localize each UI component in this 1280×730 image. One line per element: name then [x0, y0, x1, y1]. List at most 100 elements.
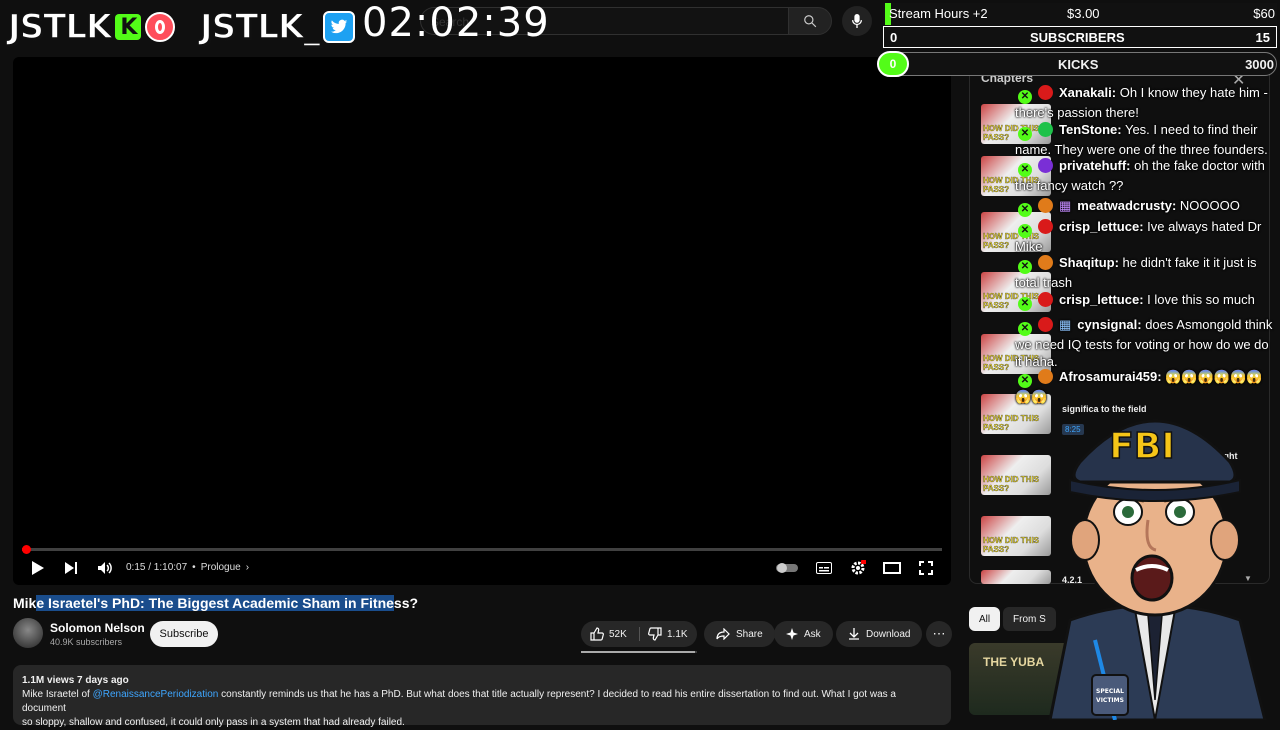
- kick-badge-icon: ✕: [1018, 127, 1032, 141]
- gift-icon: ▦: [1059, 317, 1072, 332]
- thumbs-up-icon: [590, 627, 604, 641]
- user-badge-icon: [1038, 198, 1053, 213]
- download-icon: [849, 628, 859, 640]
- selected-text: e Israetel's PhD: The Biggest Academic S…: [36, 595, 394, 611]
- kick-badge-icon: ✕: [1018, 374, 1032, 388]
- video-player[interactable]: [13, 57, 951, 585]
- brand-name-2: JSTLK_: [199, 6, 321, 48]
- theater-mode-button[interactable]: [882, 558, 902, 578]
- sparkle-icon: [786, 628, 798, 640]
- chat-message: ✕ crisp_lettuce: Ive always hated Dr Mike: [1015, 219, 1262, 254]
- channel-avatar[interactable]: [13, 618, 43, 648]
- chat-message: ✕ Shaqitup: he didn't fake it it just is …: [1015, 255, 1257, 290]
- channel-name[interactable]: Solomon Nelson: [50, 621, 145, 635]
- view-count-and-date: 1.1M views 7 days ago: [22, 675, 129, 686]
- chapter-name[interactable]: Prologue: [201, 562, 241, 573]
- brand-twitter-logo: JSTLK_: [199, 6, 356, 48]
- stream-hours-goal-amount: $60: [1253, 6, 1275, 21]
- kick-badge-icon: ✕: [1018, 297, 1032, 311]
- description-text-2: so sloppy, shallow and confused, it coul…: [22, 717, 405, 728]
- chat-message: ✕ crisp_lettuce: I love this so much: [1015, 291, 1277, 311]
- svg-text:VICTIMS: VICTIMS: [1096, 697, 1124, 704]
- twitter-bird-icon: [323, 11, 356, 43]
- like-count: 52K: [609, 628, 627, 640]
- chat-message: ✕ Xanakali: Oh I know they hate him - the…: [1015, 85, 1268, 120]
- fbi-hat-text: FBI: [1109, 426, 1174, 467]
- chevron-right-icon: ›: [245, 562, 250, 573]
- like-divider: [639, 627, 640, 641]
- share-label: Share: [736, 628, 763, 640]
- gear-icon: [851, 560, 866, 575]
- dislike-count: 1.1K: [667, 628, 688, 640]
- subscribers-goal: 0 SUBSCRIBERS 15: [883, 26, 1277, 48]
- kick-badge-icon: ✕: [1018, 322, 1032, 336]
- progress-bar[interactable]: [22, 545, 942, 554]
- time-readout: 0:15 / 1:10:07: [126, 562, 188, 573]
- description-box[interactable]: 1.1M views 7 days ago Mike Israetel of @…: [13, 665, 951, 728]
- stream-clock: 02:02:39: [362, 0, 550, 46]
- fullscreen-icon: [919, 561, 933, 575]
- volume-button[interactable]: [95, 558, 115, 578]
- channel-mention-link[interactable]: @RenaissancePeriodization: [93, 689, 219, 700]
- ask-label: Ask: [804, 628, 821, 640]
- subscribe-button[interactable]: Subscribe: [150, 621, 218, 647]
- user-badge-icon: [1038, 255, 1053, 270]
- play-icon: [32, 561, 44, 575]
- kick-badge-icon: ✕: [1018, 90, 1032, 104]
- next-button[interactable]: [62, 558, 80, 578]
- autoplay-toggle[interactable]: [775, 558, 799, 578]
- kicks-target: 3000: [1245, 57, 1274, 72]
- autoplay-toggle-icon: [776, 563, 798, 573]
- chip-all[interactable]: All: [969, 607, 1001, 631]
- subscribers-current: 0: [890, 30, 898, 45]
- chat-message: ✕ ▦ meatwadcrusty: NOOOOO: [1015, 197, 1277, 217]
- search-button[interactable]: [788, 7, 832, 35]
- theater-icon: [883, 562, 901, 574]
- next-icon: [65, 562, 77, 574]
- subtitles-icon: [816, 562, 832, 574]
- user-badge-icon: [1038, 369, 1053, 384]
- share-icon: [716, 628, 730, 640]
- ask-button[interactable]: Ask: [774, 621, 833, 647]
- record-icon: [145, 12, 176, 42]
- kick-logo-icon: K: [115, 14, 142, 40]
- kicks-current: 0: [877, 51, 909, 77]
- chapter-separator: •: [192, 562, 196, 573]
- search-icon: [804, 15, 817, 28]
- gift-icon: ▦: [1059, 198, 1072, 213]
- dislike-button[interactable]: 1.1K: [648, 621, 688, 647]
- user-badge-icon: [1038, 122, 1053, 137]
- fbi-character-avatar: SPECIAL VICTIMS FBI: [1048, 419, 1267, 720]
- subscriber-count: 40.9K subscribers: [50, 637, 123, 647]
- kicks-goal: KICKS 3000: [883, 52, 1277, 76]
- subtitles-button[interactable]: [815, 558, 833, 578]
- user-badge-icon: [1038, 317, 1053, 332]
- time-display: 0:15 / 1:10:07 • Prologue ›: [126, 562, 249, 573]
- like-ratio-bar: [581, 651, 697, 653]
- stream-hours-label: Stream Hours +2: [889, 6, 988, 21]
- microphone-icon: [851, 14, 863, 28]
- volume-icon: [98, 562, 112, 574]
- kick-badge-icon: ✕: [1018, 203, 1032, 217]
- download-label: Download: [866, 628, 911, 640]
- subscribers-label: SUBSCRIBERS: [1030, 30, 1125, 45]
- chat-message: ✕ privatehuff: oh the fake doctor with th…: [1015, 158, 1265, 193]
- download-button[interactable]: Download: [836, 621, 923, 647]
- share-button[interactable]: Share: [704, 621, 775, 647]
- stream-hours-amount: $3.00: [1067, 6, 1100, 21]
- like-button[interactable]: 52K: [590, 621, 627, 647]
- fullscreen-button[interactable]: [917, 558, 935, 578]
- description-text: Mike Israetel of @RenaissancePeriodizati…: [22, 689, 896, 714]
- voice-search-button[interactable]: [842, 6, 872, 36]
- kick-badge-icon: ✕: [1018, 260, 1032, 274]
- chat-message: ✕ TenStone: Yes. I need to find their nam…: [1015, 122, 1268, 157]
- chat-message: ✕ ▦ cynsignal: does Asmongold think we nee…: [1015, 317, 1273, 369]
- video-title: Mike Israetel's PhD: The Biggest Academi…: [13, 595, 419, 611]
- play-button[interactable]: [28, 558, 48, 578]
- settings-button[interactable]: [849, 558, 867, 578]
- user-badge-icon: [1038, 219, 1053, 234]
- kicks-label: KICKS: [1058, 57, 1099, 72]
- more-actions-button[interactable]: ⋯: [926, 621, 952, 647]
- kick-badge-icon: ✕: [1018, 224, 1032, 238]
- thumbs-down-icon: [648, 627, 662, 641]
